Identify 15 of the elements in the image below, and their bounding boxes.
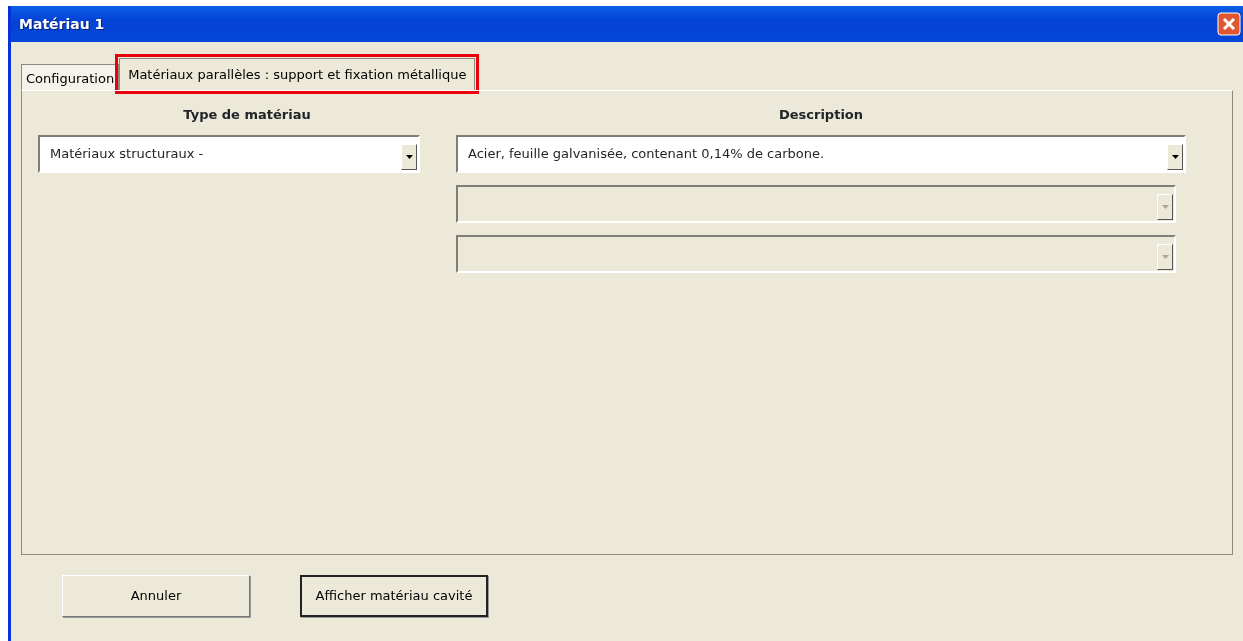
dropdown-arrow-icon [1171, 155, 1179, 159]
column-heading: Description [777, 106, 865, 124]
column-heading: Type de matériau [182, 106, 312, 124]
dropdown-arrow-icon [405, 155, 413, 159]
dropdown-arrow-icon [1161, 205, 1169, 209]
dropdown-arrow-icon [1161, 255, 1169, 259]
dropdown-field[interactable]: Acier, feuille galvanisée, contenant 0,14% de carbone. [456, 135, 1186, 173]
tab[interactable]: Configuration [21, 64, 120, 90]
dropdown-button[interactable] [1167, 144, 1183, 170]
button[interactable]: Annuler [62, 575, 250, 617]
close-icon[interactable] [1217, 12, 1241, 36]
window-title: Matériau 1 [19, 14, 105, 34]
button[interactable]: Afficher matériau cavité [300, 575, 488, 617]
dropdown-field[interactable]: Matériaux structuraux - [38, 135, 420, 173]
dropdown-button[interactable] [401, 144, 417, 170]
